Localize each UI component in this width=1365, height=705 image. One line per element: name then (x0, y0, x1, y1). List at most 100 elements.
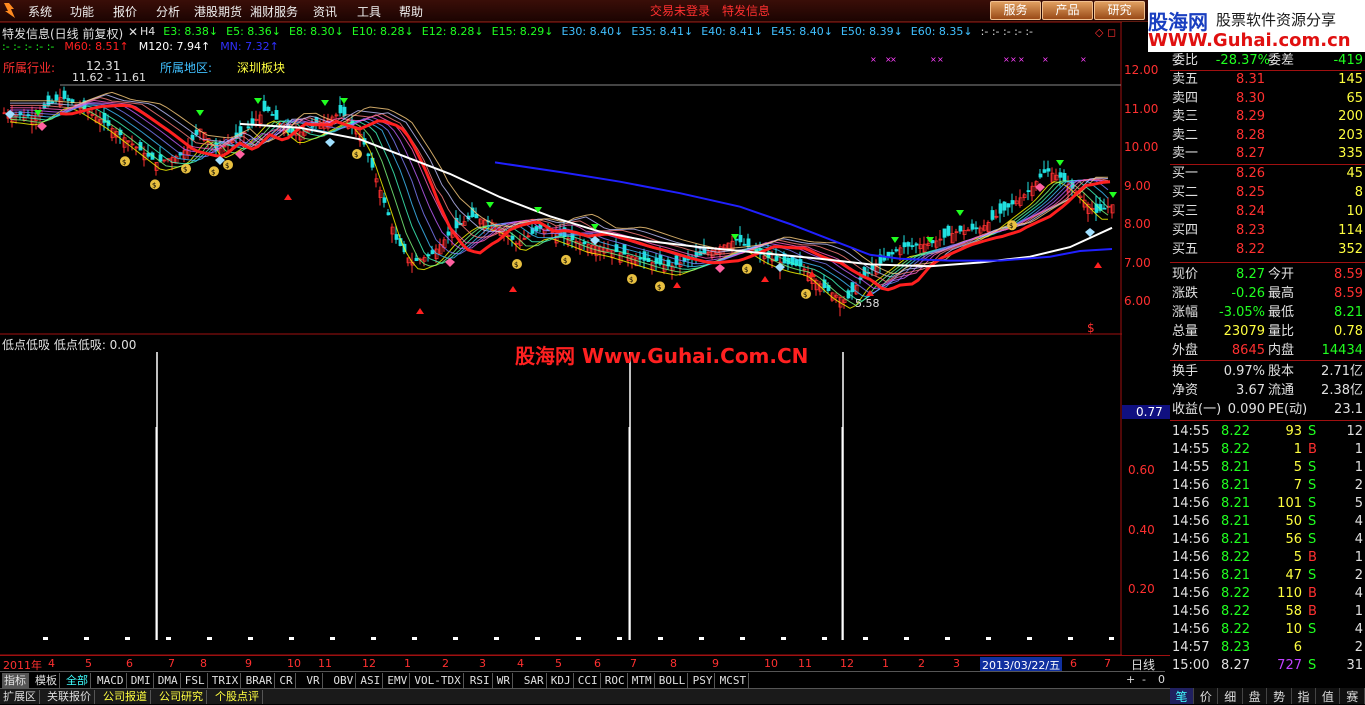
industry-label[interactable]: 所属行业: (3, 59, 55, 76)
buy-arrow-icon[interactable] (509, 286, 517, 292)
buy-arrow-icon[interactable] (1094, 262, 1102, 268)
buy-signal-bag-icon[interactable]: $ (801, 288, 811, 299)
indicator-tab[interactable]: 指标 (2, 673, 29, 688)
indicator-tab[interactable]: MCST (718, 673, 750, 688)
indicator-tab[interactable]: VOL-TDX (412, 673, 464, 688)
menu-system[interactable]: 系统 (28, 3, 52, 20)
buy-signal-bag-icon[interactable]: $ (655, 281, 665, 292)
detail-tab[interactable]: 值 (1316, 688, 1341, 704)
bid-row[interactable]: 买三 8.24 10 (1170, 203, 1365, 221)
menu-help[interactable]: 帮助 (399, 3, 423, 20)
detail-tab[interactable]: 势 (1268, 688, 1292, 704)
bid-row[interactable]: 买五 8.22 352 (1170, 241, 1365, 259)
detail-tab[interactable]: 指 (1292, 688, 1316, 704)
chart-close-icon[interactable]: ✕ (128, 25, 138, 39)
bid-row[interactable]: 买四 8.23 114 (1170, 222, 1365, 240)
bid-row[interactable]: 买一 8.26 45 (1170, 165, 1365, 183)
sell-arrow-icon[interactable] (486, 202, 494, 208)
buy-signal-bag-icon[interactable]: $ (742, 263, 752, 274)
bottom-tab[interactable]: 扩展区 (0, 690, 40, 704)
indicator-tab[interactable]: SAR (522, 673, 547, 688)
chart-control-icons[interactable]: ◇ ◻ (1095, 26, 1116, 39)
detail-tab[interactable]: 笔 (1170, 688, 1194, 704)
trade-login-status[interactable]: 交易未登录 (650, 2, 710, 19)
bid-price: 8.23 (1236, 223, 1265, 238)
bottom-tab[interactable]: 公司研究 (156, 690, 207, 704)
indicator-tab[interactable]: BOLL (657, 673, 689, 688)
indicator-tab[interactable]: DMI (129, 673, 154, 688)
ask-row[interactable]: 卖四 8.30 65 (1170, 90, 1365, 108)
indicator-tab[interactable]: DMA (156, 673, 181, 688)
indicator-tab[interactable]: VR (304, 673, 323, 688)
sell-arrow-icon[interactable] (1056, 160, 1064, 166)
indicator-tab[interactable]: FSL (183, 673, 208, 688)
menu-tools[interactable]: 工具 (357, 3, 381, 20)
indicator-tab[interactable]: MTM (630, 673, 655, 688)
sell-arrow-icon[interactable] (956, 210, 964, 216)
sell-arrow-icon[interactable] (254, 98, 262, 104)
bid-row[interactable]: 买二 8.25 8 (1170, 184, 1365, 202)
buy-signal-bag-icon[interactable]: $ (209, 166, 219, 177)
buy-signal-bag-icon[interactable]: $ (561, 254, 571, 265)
bottom-tab[interactable]: 个股点评 (212, 690, 263, 704)
indicator-tab[interactable]: WR (495, 673, 514, 688)
buy-signal-bag-icon[interactable]: $ (181, 163, 191, 174)
indicator-tab[interactable]: OBV (331, 673, 357, 688)
kline-chart[interactable]: $$$ $$$$$$$$$$× ×× × × × × × × ×$ (0, 22, 1122, 655)
menu-function[interactable]: 功能 (70, 3, 94, 20)
indicator-tab[interactable]: CR (277, 673, 296, 688)
service-button[interactable]: 服务 (990, 1, 1041, 20)
indicator-tab[interactable]: MACD (95, 673, 127, 688)
buy-arrow-icon[interactable] (284, 194, 292, 200)
sell-arrow-icon[interactable] (340, 98, 348, 104)
sell-arrow-icon[interactable] (321, 100, 329, 106)
ask-row[interactable]: 卖五 8.31 145 (1170, 71, 1365, 89)
indicator-tab[interactable]: 模板 (33, 673, 60, 688)
indicator-tab[interactable]: BRAR (244, 673, 276, 688)
buy-signal-bag-icon[interactable]: $ (120, 156, 130, 167)
indicator-tab[interactable]: ASI (358, 673, 384, 688)
buy-arrow-icon[interactable] (673, 282, 681, 288)
region-value[interactable]: 深圳板块 (237, 59, 285, 76)
detail-tab[interactable]: 赛 (1341, 688, 1365, 704)
detail-tab[interactable]: 细 (1219, 688, 1243, 704)
product-button[interactable]: 产品 (1042, 1, 1093, 20)
detail-tab[interactable]: 价 (1194, 688, 1219, 704)
menu-quote[interactable]: 报价 (113, 3, 137, 20)
bottom-tab[interactable]: 关联报价 (44, 690, 95, 704)
zoom-reset-button[interactable]: 0 (1158, 673, 1165, 686)
indicator-tab[interactable]: TRIX (210, 673, 242, 688)
research-button[interactable]: 研究 (1094, 1, 1145, 20)
buy-signal-bag-icon[interactable]: $ (150, 179, 160, 190)
menu-analysis[interactable]: 分析 (156, 3, 180, 20)
bottom-tab[interactable]: 公司报道 (100, 690, 151, 704)
indicator-tab[interactable]: EMV (385, 673, 411, 688)
buy-arrow-icon[interactable] (761, 276, 769, 282)
indicator-tab[interactable]: ROC (603, 673, 628, 688)
menu-news[interactable]: 资讯 (313, 3, 337, 20)
menu-hk-futures[interactable]: 港股期货 (194, 3, 242, 20)
zoom-out-button[interactable]: - (1142, 673, 1146, 686)
buy-signal-bag-icon[interactable]: $ (1007, 220, 1017, 231)
zoom-in-button[interactable]: + (1126, 673, 1135, 686)
menu-xiangcai-service[interactable]: 湘财服务 (250, 3, 298, 20)
ask-row[interactable]: 卖一 8.27 335 (1170, 145, 1365, 163)
indicator-tab[interactable]: RSI (468, 673, 493, 688)
buy-signal-bag-icon[interactable]: $ (627, 273, 637, 284)
ask-row[interactable]: 卖二 8.28 203 (1170, 127, 1365, 145)
stat-value: 0.78 (1334, 324, 1363, 339)
svg-text:$: $ (225, 162, 229, 170)
indicator-tab[interactable]: PSY (691, 673, 716, 688)
indicator-tab[interactable]: KDJ (549, 673, 574, 688)
buy-arrow-icon[interactable] (416, 308, 424, 314)
detail-tab[interactable]: 盘 (1243, 688, 1268, 704)
buy-signal-bag-icon[interactable]: $ (512, 259, 522, 270)
buy-signal-bag-icon[interactable]: $ (352, 148, 362, 159)
ask-row[interactable]: 卖三 8.29 200 (1170, 108, 1365, 126)
indicator-tab[interactable]: CCI (576, 673, 601, 688)
sell-arrow-icon[interactable] (1109, 192, 1117, 198)
buy-signal-bag-icon[interactable]: $ (223, 159, 233, 170)
sell-arrow-icon[interactable] (196, 110, 204, 116)
indicator-tab[interactable]: 全部 (64, 673, 91, 688)
sell-arrow-icon[interactable] (891, 237, 899, 243)
